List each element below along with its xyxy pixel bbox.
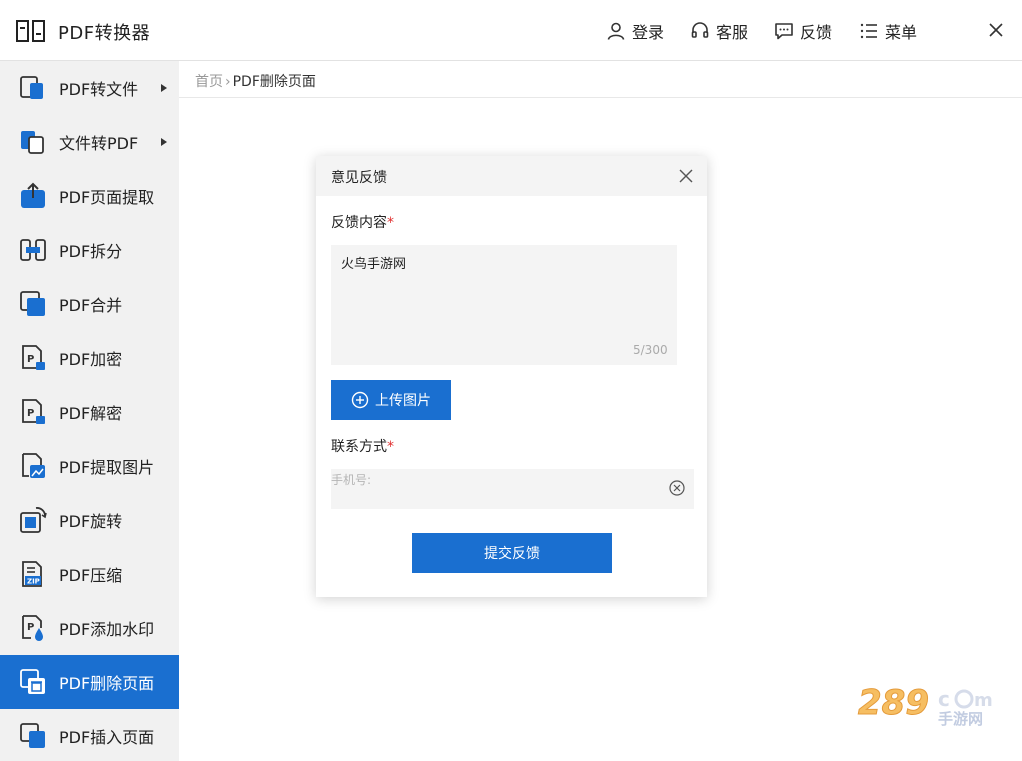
sidebar-item-label: PDF提取图片	[59, 458, 155, 477]
dialog-header: 意见反馈	[316, 156, 707, 196]
sidebar-item-label: PDF合并	[59, 296, 123, 315]
sidebar-item-label: PDF加密	[59, 350, 123, 369]
required-mark: *	[387, 439, 394, 455]
image-file-icon	[22, 453, 45, 478]
feedback-content-textarea[interactable]	[331, 245, 677, 365]
split-icon	[20, 239, 46, 261]
list-icon	[860, 23, 877, 39]
sidebar-item-label: PDF添加水印	[59, 620, 155, 639]
headset-icon	[691, 22, 709, 38]
service-label: 客服	[716, 23, 749, 42]
submit-feedback-button[interactable]: 提交反馈	[412, 533, 612, 573]
user-icon	[607, 22, 625, 40]
sidebar-item-page-extract[interactable]: PDF页面提取	[0, 169, 179, 223]
menu-label: 菜单	[885, 23, 918, 42]
sidebar-item-rotate[interactable]: PDF旋转	[0, 493, 179, 547]
plus-circle-icon	[351, 391, 369, 409]
title-bar: PDF转换器 登录 客服 反馈 菜单	[0, 0, 1022, 61]
rotate-icon	[20, 507, 47, 533]
site-watermark-logo: 289 c m 手游网	[858, 683, 993, 729]
svg-text:P: P	[27, 354, 34, 365]
svg-text:P: P	[27, 622, 34, 633]
submenu-arrow-icon	[161, 84, 167, 92]
sidebar-item-label: PDF删除页面	[59, 674, 155, 693]
sidebar-item-merge[interactable]: PDF合并	[0, 277, 179, 331]
merge-icon	[20, 291, 45, 316]
upload-image-button[interactable]: 上传图片	[331, 380, 451, 420]
submenu-arrow-icon	[161, 138, 167, 146]
breadcrumb-current: PDF删除页面	[232, 74, 316, 90]
svg-text:P: P	[27, 408, 34, 419]
contact-label: 联系方式*	[331, 436, 394, 456]
upload-image-label: 上传图片	[375, 392, 431, 408]
svg-text:m: m	[974, 690, 993, 711]
service-button[interactable]: 客服	[690, 19, 748, 43]
menu-button[interactable]: 菜单	[859, 19, 917, 43]
sidebar-item-label: PDF插入页面	[59, 728, 155, 747]
required-mark: *	[387, 215, 394, 231]
file-to-pdf-icon	[21, 131, 44, 154]
sidebar-item-label: PDF旋转	[59, 512, 123, 531]
login-label: 登录	[632, 23, 665, 42]
sidebar: PDF转文件 文件转PDF PDF页面提取 PDF拆分 PDF合并 P PDF加…	[0, 61, 179, 761]
zip-file-icon: ZIP	[22, 561, 42, 587]
feedback-button[interactable]: 反馈	[774, 19, 832, 43]
sidebar-item-label: 文件转PDF	[59, 134, 139, 153]
login-button[interactable]: 登录	[606, 19, 664, 43]
sidebar-item-encrypt[interactable]: P PDF加密	[0, 331, 179, 385]
char-counter: 5/300	[633, 343, 668, 357]
sidebar-item-pdf-to-file[interactable]: PDF转文件	[0, 61, 179, 115]
unlock-file-icon: P	[22, 399, 45, 424]
feedback-dialog: 意见反馈 反馈内容* 5/300 上传图片 联系方式* 提交反馈	[316, 156, 707, 597]
sidebar-item-label: PDF页面提取	[59, 188, 155, 207]
insert-page-icon	[20, 723, 45, 748]
content-label: 反馈内容*	[331, 212, 394, 232]
dialog-title: 意见反馈	[331, 170, 387, 186]
pdf-to-file-icon	[20, 76, 43, 99]
watermark-subtext: 手游网	[938, 710, 983, 728]
app-title: PDF转换器	[58, 23, 151, 44]
sidebar-item-insert-page[interactable]: PDF插入页面	[0, 709, 179, 761]
sidebar-item-file-to-pdf[interactable]: 文件转PDF	[0, 115, 179, 169]
svg-text:c: c	[938, 687, 950, 711]
lock-file-icon: P	[22, 345, 45, 370]
svg-text:289: 289	[858, 683, 929, 723]
svg-text:ZIP: ZIP	[27, 578, 40, 586]
sidebar-item-label: PDF拆分	[59, 242, 123, 261]
sidebar-item-extract-images[interactable]: PDF提取图片	[0, 439, 179, 493]
sidebar-item-compress[interactable]: ZIP PDF压缩	[0, 547, 179, 601]
contact-label-text: 联系方式	[331, 439, 387, 455]
breadcrumb-home[interactable]: 首页	[195, 74, 223, 90]
sidebar-item-delete-page[interactable]: PDF删除页面	[0, 655, 179, 709]
chat-icon	[775, 23, 793, 40]
sidebar-item-label: PDF解密	[59, 404, 123, 423]
clear-input-icon[interactable]	[668, 479, 686, 497]
sidebar-item-decrypt[interactable]: P PDF解密	[0, 385, 179, 439]
sidebar-item-split[interactable]: PDF拆分	[0, 223, 179, 277]
breadcrumb-separator-icon: ›	[225, 74, 231, 90]
sidebar-item-watermark[interactable]: P PDF添加水印	[0, 601, 179, 655]
content-label-text: 反馈内容	[331, 215, 387, 231]
breadcrumb-divider	[179, 97, 1022, 98]
watermark-file-icon: P	[22, 615, 43, 641]
app-logo-icon	[16, 20, 45, 42]
page-extract-icon	[21, 182, 45, 208]
sidebar-item-label: PDF压缩	[59, 566, 123, 585]
breadcrumb: 首页 › PDF删除页面	[195, 71, 316, 91]
feedback-label: 反馈	[800, 23, 833, 42]
phone-input[interactable]	[331, 469, 694, 509]
dialog-close-icon[interactable]	[678, 168, 694, 184]
window-close-icon[interactable]	[986, 20, 1006, 40]
sidebar-item-label: PDF转文件	[59, 80, 139, 99]
delete-page-icon	[20, 669, 45, 694]
